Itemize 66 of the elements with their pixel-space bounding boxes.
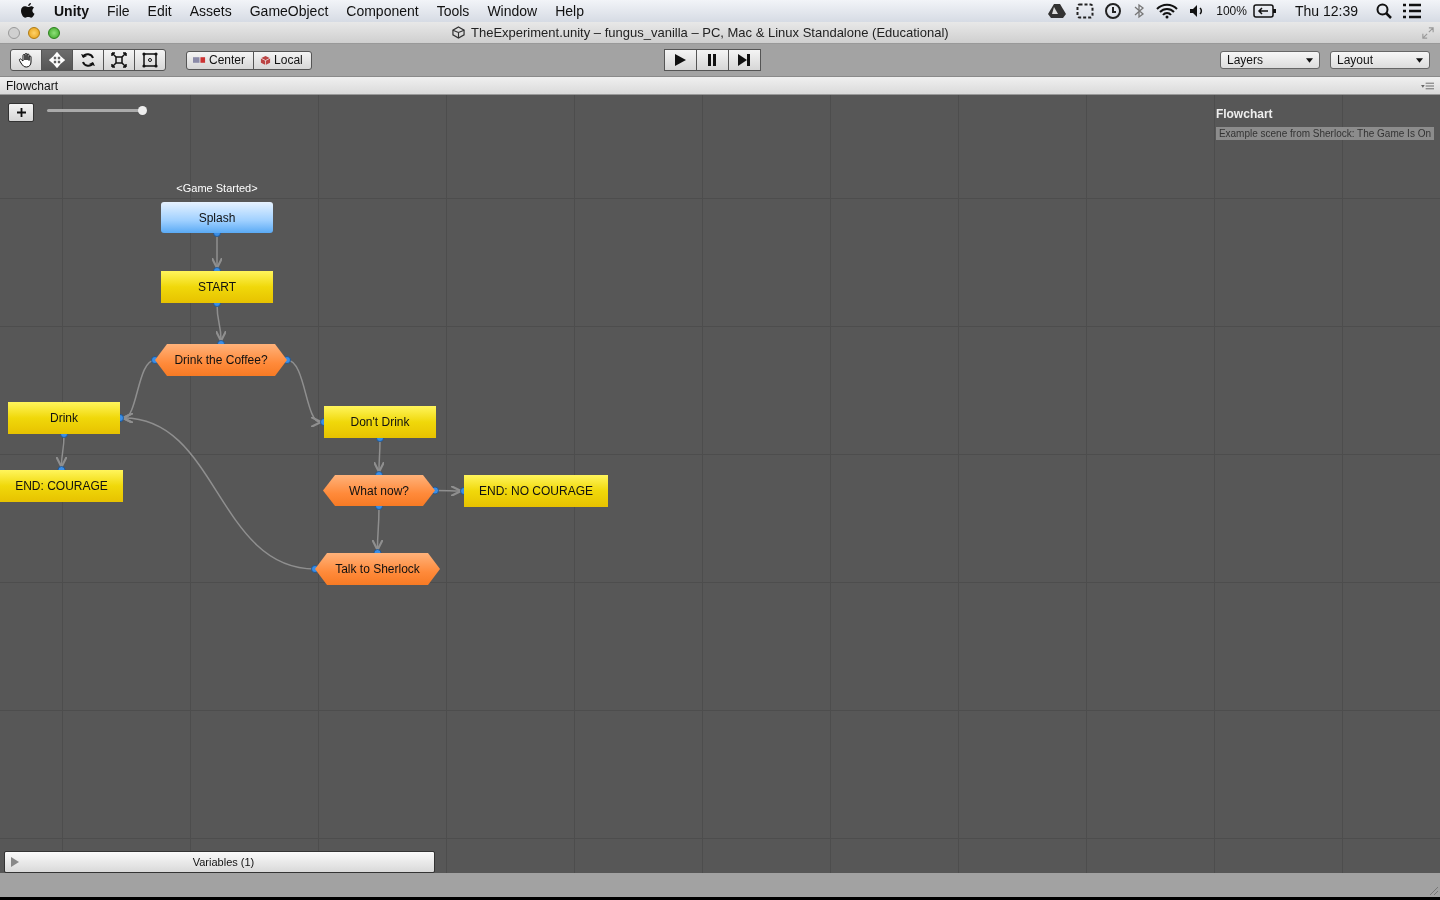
menu-item[interactable]: GameObject	[249, 3, 329, 19]
menu-item[interactable]: File	[107, 3, 130, 19]
menu-item[interactable]: Assets	[189, 3, 232, 19]
battery-icon[interactable]	[1252, 4, 1277, 18]
pivot-position-button[interactable]: Center	[186, 50, 255, 70]
drive-icon[interactable]	[1048, 3, 1067, 19]
flowchart-node[interactable]: Splash	[161, 202, 273, 233]
choice-node[interactable]: Talk to Sherlock	[315, 553, 440, 585]
flowchart-name: Flowchart	[1215, 107, 1274, 121]
pivot-icon	[193, 56, 206, 64]
flowchart-tab[interactable]: Flowchart	[6, 78, 58, 93]
caret-icon	[1306, 57, 1313, 63]
caret-icon	[1416, 57, 1423, 63]
scale-icon	[111, 52, 127, 68]
rect-tool-button[interactable]	[134, 49, 166, 71]
four-arrows-icon	[49, 52, 65, 68]
flowchart-node[interactable]: START	[161, 271, 273, 303]
layers-dropdown[interactable]: Layers	[1220, 51, 1320, 69]
zoom-button[interactable]	[48, 26, 60, 39]
event-label: <Game Started>	[175, 182, 259, 194]
panel-menu-icon[interactable]	[1421, 81, 1434, 90]
apple-logo-icon[interactable]	[20, 2, 36, 20]
search-icon[interactable]	[1376, 3, 1392, 19]
flowchart-node[interactable]: END: NO COURAGE	[464, 475, 608, 507]
flowchart-description: Example scene from Sherlock: The Game Is On	[1215, 127, 1434, 140]
battery-percentage: 100%	[1216, 4, 1247, 18]
play-button[interactable]	[663, 49, 697, 71]
rotate-icon	[80, 52, 96, 68]
menu-item[interactable]: Component	[346, 3, 419, 19]
move-tool-button[interactable]	[41, 49, 73, 71]
variables-foldout[interactable]: Variables (1)	[4, 851, 435, 873]
layout-dropdown[interactable]: Layout	[1330, 51, 1430, 69]
menu-item[interactable]: Tools	[436, 3, 470, 19]
app-menu[interactable]: Unity	[54, 3, 89, 19]
play-icon	[673, 53, 688, 67]
wifi-icon[interactable]	[1156, 3, 1179, 19]
clock-icon[interactable]	[1104, 2, 1123, 20]
window-title: TheExperiment.unity – fungus_vanilla – PC, Mac & Linux Standalone (Educational)	[471, 25, 949, 40]
plus-icon	[16, 108, 26, 117]
rect-tool-icon	[142, 52, 158, 68]
step-button[interactable]	[727, 49, 761, 71]
flowchart-node[interactable]: Drink	[8, 402, 120, 434]
list-icon[interactable]	[1402, 3, 1422, 19]
triangle-icon	[11, 857, 19, 867]
slider-thumb[interactable]	[138, 106, 147, 115]
menu-item[interactable]: Help	[555, 3, 584, 19]
step-icon	[737, 53, 752, 67]
pivot-rotation-button[interactable]: Local	[253, 50, 312, 70]
menu-item[interactable]: Window	[487, 3, 538, 19]
flowchart-node[interactable]: Don't Drink	[324, 406, 436, 438]
cube-icon	[260, 54, 272, 66]
pause-button[interactable]	[695, 49, 729, 71]
scale-tool-button[interactable]	[103, 49, 135, 71]
flowchart-node[interactable]: END: COURAGE	[0, 470, 123, 502]
rotate-tool-button[interactable]	[72, 49, 104, 71]
resize-grip-icon[interactable]	[1428, 885, 1438, 895]
dashed-square-icon[interactable]	[1076, 3, 1095, 19]
add-block-button[interactable]	[8, 103, 34, 122]
hand-tool-button[interactable]	[10, 49, 42, 71]
unity-logo-icon	[452, 26, 465, 39]
clock-text[interactable]: Thu 12:39	[1294, 3, 1358, 19]
choice-node[interactable]: What now?	[323, 475, 435, 506]
choice-node[interactable]: Drink the Coffee?	[155, 344, 287, 376]
hand-icon	[18, 52, 34, 68]
minimize-button[interactable]	[28, 26, 40, 39]
menu-item[interactable]: Edit	[147, 3, 172, 19]
